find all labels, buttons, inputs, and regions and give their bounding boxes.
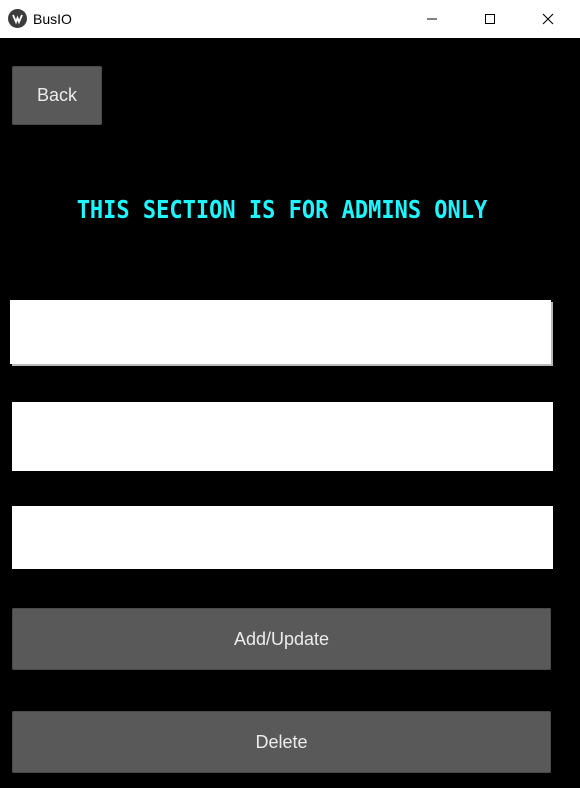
input-field-2[interactable] (12, 402, 553, 471)
app-logo-icon (8, 9, 27, 28)
admin-heading: THIS SECTION IS FOR ADMINS ONLY (76, 196, 488, 225)
minimize-button[interactable] (403, 0, 461, 38)
input-field-1[interactable] (10, 300, 551, 364)
close-icon (542, 13, 554, 25)
window-title: BusIO (33, 11, 72, 27)
minimize-icon (427, 18, 437, 20)
delete-button[interactable]: Delete (12, 711, 551, 773)
app-content: Back THIS SECTION IS FOR ADMINS ONLY Add… (0, 38, 580, 788)
back-button[interactable]: Back (12, 66, 102, 125)
maximize-icon (485, 14, 495, 24)
input-field-3[interactable] (12, 506, 553, 569)
title-bar: BusIO (0, 0, 580, 38)
add-update-button[interactable]: Add/Update (12, 608, 551, 670)
close-button[interactable] (519, 0, 577, 38)
maximize-button[interactable] (461, 0, 519, 38)
